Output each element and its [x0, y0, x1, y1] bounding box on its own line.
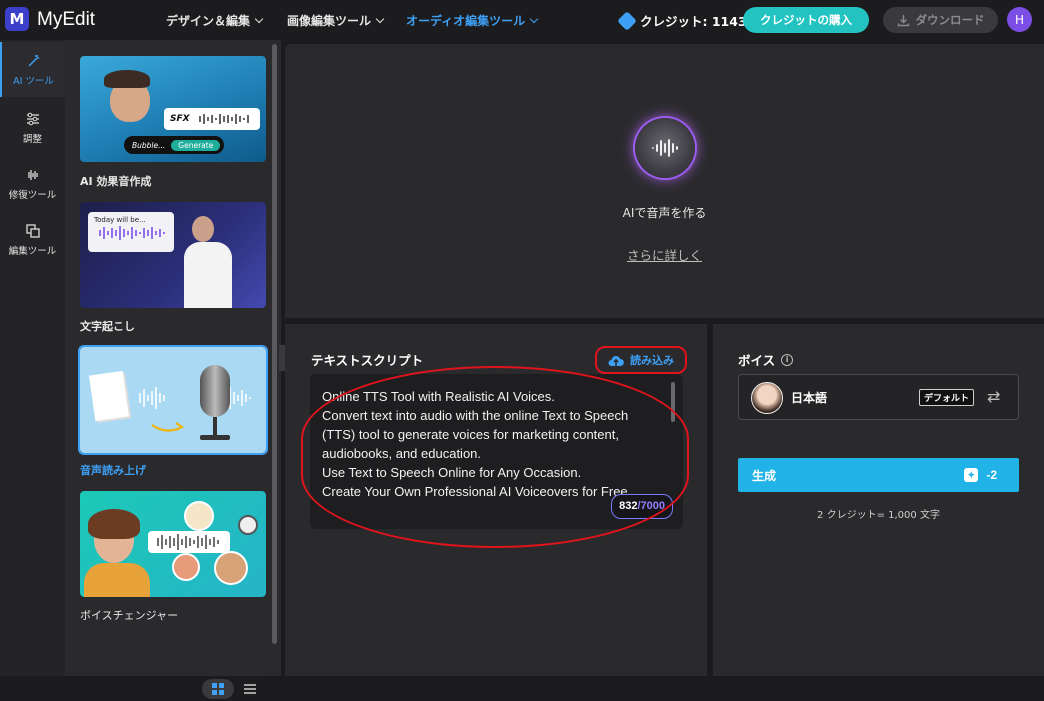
cloud-upload-icon	[608, 355, 624, 366]
rail-item-ai-tools[interactable]: AI ツール	[0, 42, 65, 97]
list-view-button[interactable]	[234, 679, 266, 699]
voice-title: ボイス i	[738, 350, 794, 369]
list-icon	[244, 684, 256, 694]
import-text-button[interactable]: 読み込み	[595, 346, 687, 374]
grid-view-button[interactable]	[202, 679, 234, 699]
tool-card-ai-sfx[interactable]: SFX Bubble... Generate	[80, 56, 266, 162]
chevron-down-icon	[529, 14, 539, 24]
voice-changer-thumbnail	[80, 491, 266, 597]
grid-icon	[212, 683, 224, 695]
brand-name[interactable]: MyEdit	[37, 9, 95, 31]
chevron-down-icon	[375, 14, 385, 24]
swap-voice-icon[interactable]: ⇄	[987, 387, 1000, 406]
script-title: テキストスクリプト	[311, 353, 424, 368]
transcription-thumbnail: Today will be...	[80, 202, 266, 308]
ai-sfx-thumbnail: SFX Bubble... Generate	[80, 56, 266, 162]
tool-category-rail: AI ツール 調整 修復ツール 編集ツール	[0, 40, 65, 676]
voice-selector[interactable]: 日本語 デフォルト ⇄	[738, 374, 1019, 420]
sliders-icon	[26, 112, 39, 125]
generate-cost: ✦ -2	[964, 468, 997, 482]
download-icon	[897, 14, 909, 26]
tool-card-transcription[interactable]: Today will be...	[80, 202, 266, 308]
tool-label-transcription[interactable]: 文字起こし	[80, 318, 135, 334]
credit-balance: クレジット: 1143	[617, 10, 747, 31]
audio-tool-list: SFX Bubble... Generate AI 効果音作成 Today wi…	[65, 40, 281, 701]
tool-card-voice-changer[interactable]	[80, 491, 266, 597]
credit-gem-icon	[617, 10, 637, 31]
magic-wand-icon	[27, 54, 39, 67]
buy-credits-button[interactable]: クレジットの購入	[743, 7, 869, 33]
ai-voice-orb-icon	[635, 118, 695, 178]
preview-area: AIで音声を作る さらに詳しく	[285, 44, 1044, 318]
default-badge: デフォルト	[919, 389, 975, 406]
voice-language: 日本語	[791, 391, 828, 405]
highlight-annotation	[301, 366, 689, 548]
view-toggle	[200, 677, 268, 701]
tool-list-scrollbar[interactable]	[272, 44, 277, 644]
chevron-down-icon	[254, 14, 264, 24]
user-avatar[interactable]: H	[1007, 7, 1032, 32]
rail-item-adjust[interactable]: 調整	[0, 100, 65, 155]
nav-audio-tools[interactable]: オーディオ編集ツール	[406, 12, 539, 29]
learn-more-link[interactable]: さらに詳しく	[285, 245, 1044, 264]
nav-image-tools[interactable]: 画像編集ツール	[287, 12, 385, 29]
credit-rate-note: 2 クレジット= 1,000 文字	[817, 510, 940, 521]
preview-title: AIで音声を作る	[622, 206, 707, 220]
layers-icon	[25, 223, 40, 238]
rail-item-repair-tools[interactable]: 修復ツール	[0, 156, 65, 211]
download-button[interactable]: ダウンロード	[883, 7, 998, 33]
nav-design-edit[interactable]: デザイン＆編集	[166, 12, 264, 29]
waveform-icon	[27, 169, 38, 180]
tool-label-voice-changer[interactable]: ボイスチェンジャー	[80, 607, 178, 623]
info-icon[interactable]: i	[781, 353, 794, 366]
rail-item-edit-tools[interactable]: 編集ツール	[0, 212, 65, 267]
tool-label-text-to-speech[interactable]: 音声読み上げ	[80, 462, 146, 478]
tool-card-text-to-speech[interactable]	[78, 345, 268, 455]
voice-panel: ボイス i 日本語 デフォルト ⇄ 生成 ✦ -2 2 クレジット= 1,000…	[713, 324, 1044, 676]
voice-avatar	[751, 382, 783, 414]
myedit-logo-icon[interactable]: M	[5, 7, 29, 31]
generate-button[interactable]: 生成 ✦ -2	[738, 458, 1019, 492]
tool-label-ai-sfx[interactable]: AI 効果音作成	[80, 173, 151, 189]
top-bar: M MyEdit デザイン＆編集 画像編集ツール オーディオ編集ツール クレジッ…	[0, 0, 1044, 40]
text-to-speech-thumbnail	[80, 347, 266, 453]
text-script-panel: テキストスクリプト 読み込み Online TTS Tool with Real…	[285, 324, 707, 676]
credit-gem-icon: ✦	[964, 468, 979, 482]
